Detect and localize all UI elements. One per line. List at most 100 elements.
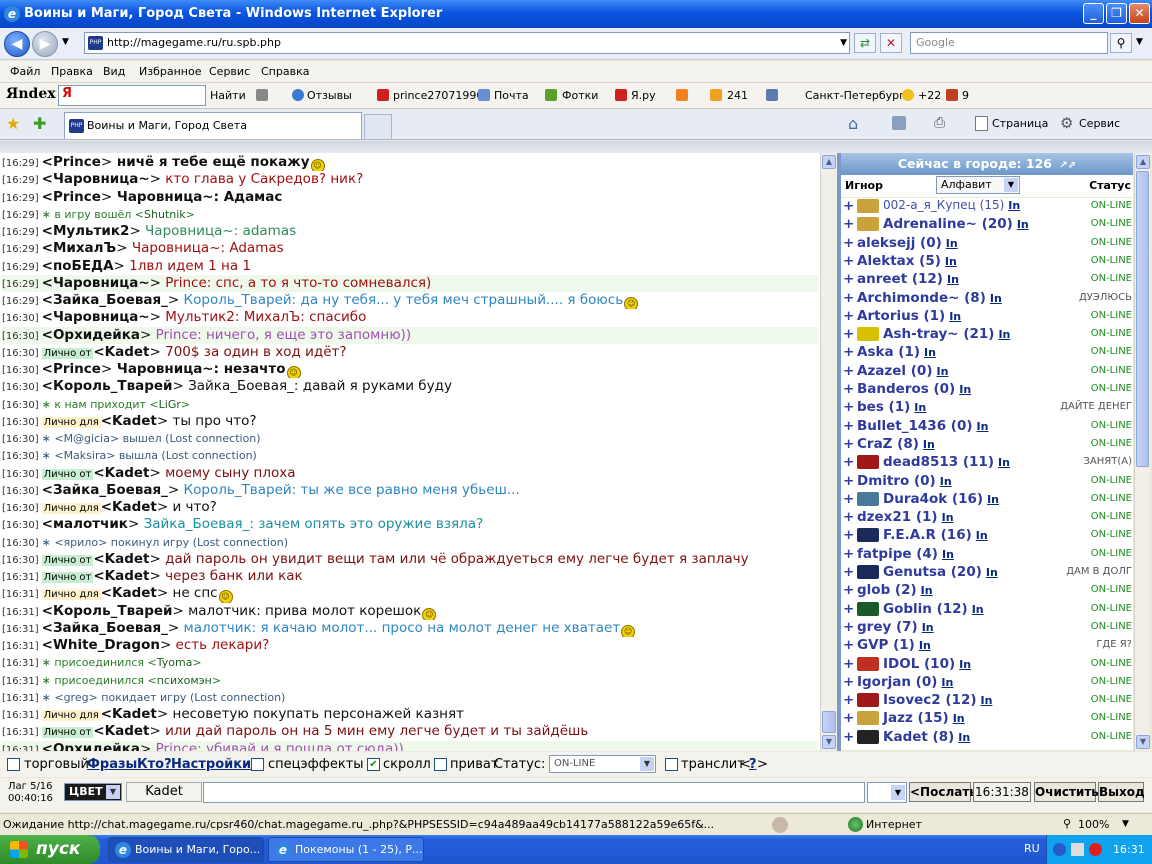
- user-row[interactable]: + Adrenaline~ (20) In ON-LINE: [841, 216, 1133, 234]
- chat-nick[interactable]: <White_Dragon: [42, 637, 160, 653]
- chat-nick[interactable]: <Kadet: [93, 551, 149, 567]
- forward-button[interactable]: ▶: [32, 31, 58, 57]
- user-name[interactable]: GVP (1) In: [857, 637, 931, 653]
- user-name[interactable]: Ash-tray~ (21) In: [883, 326, 1010, 342]
- chat-nick[interactable]: <Зайка_Боевая_: [42, 292, 168, 308]
- user-row[interactable]: + Aska (1) In ON-LINE: [841, 344, 1133, 362]
- user-info-link[interactable]: In: [981, 694, 993, 707]
- user-row[interactable]: + grey (7) In ON-LINE: [841, 619, 1133, 637]
- user-name[interactable]: grey (7) In: [857, 619, 934, 635]
- yaru-button[interactable]: Я.ру: [631, 89, 656, 102]
- user-row[interactable]: + glob (2) In ON-LINE: [841, 582, 1133, 600]
- chat-nick[interactable]: <Kadet: [93, 723, 149, 739]
- user-row[interactable]: + bes (1) In ДАЙТЕ ДЕНЕГ: [841, 399, 1133, 417]
- user-info-link[interactable]: In: [949, 310, 961, 323]
- user-name[interactable]: F.E.A.R (16) In: [883, 527, 988, 543]
- user-info-link[interactable]: In: [959, 658, 971, 671]
- user-add-icon[interactable]: +: [843, 509, 854, 525]
- user-add-icon[interactable]: +: [843, 308, 854, 324]
- user-add-icon[interactable]: +: [843, 216, 854, 232]
- user-add-icon[interactable]: +: [843, 601, 854, 617]
- user-row[interactable]: + dead8513 (11) In ЗАНЯТ(А): [841, 454, 1133, 472]
- menu-help[interactable]: Справка: [261, 65, 309, 78]
- stop-icon[interactable]: ✕: [880, 33, 902, 53]
- user-row[interactable]: + Ash-tray~ (21) In ON-LINE: [841, 326, 1133, 344]
- user-add-icon[interactable]: +: [843, 326, 854, 342]
- yandex-find-button[interactable]: Найти: [210, 89, 246, 102]
- user-info-link[interactable]: In: [946, 237, 958, 250]
- private-checkbox[interactable]: [434, 758, 447, 771]
- chat-nick[interactable]: ярило: [64, 536, 99, 549]
- chat-nick[interactable]: <Kadet: [101, 585, 157, 601]
- chat-nick[interactable]: <Kadet: [101, 706, 157, 722]
- chat-nick[interactable]: <Зайка_Боевая_: [42, 620, 168, 636]
- minimize-button[interactable]: _: [1083, 3, 1104, 24]
- user-row[interactable]: + Alektax (5) In ON-LINE: [841, 253, 1133, 271]
- user-add-icon[interactable]: +: [843, 637, 854, 653]
- user-add-icon[interactable]: +: [843, 582, 854, 598]
- network-icon[interactable]: [1071, 843, 1084, 856]
- user-add-icon[interactable]: +: [843, 418, 854, 434]
- search-input[interactable]: Google: [910, 32, 1108, 54]
- new-tab-button[interactable]: [364, 114, 392, 139]
- user-add-icon[interactable]: +: [843, 564, 854, 580]
- scroll-up-icon[interactable]: ▲: [822, 155, 836, 169]
- chat-scroll-thumb[interactable]: [822, 711, 836, 733]
- chat-nick[interactable]: Maksira: [64, 449, 107, 462]
- chat-nick[interactable]: <Kadet: [101, 499, 157, 515]
- settings-link[interactable]: Настройки: [171, 757, 251, 772]
- sort-select[interactable]: Алфавит ▼: [936, 176, 1020, 194]
- user-info-link[interactable]: In: [986, 566, 998, 579]
- user-name[interactable]: anreet (12) In: [857, 271, 959, 287]
- userlist-scroll-down-icon[interactable]: ▼: [1136, 735, 1150, 749]
- user-name[interactable]: Jazz (15) In: [883, 710, 965, 726]
- user-info-link[interactable]: In: [923, 438, 935, 451]
- user-add-icon[interactable]: +: [843, 235, 854, 251]
- chat-nick[interactable]: Tyoma: [157, 656, 193, 669]
- user-info-link[interactable]: In: [947, 273, 959, 286]
- user-add-icon[interactable]: +: [843, 271, 854, 287]
- scroll-checkbox[interactable]: ✔: [367, 758, 380, 771]
- message-input[interactable]: [203, 782, 865, 803]
- user-info-link[interactable]: In: [972, 603, 984, 616]
- chat-nick[interactable]: greg: [64, 691, 89, 704]
- chat-nick[interactable]: <Мультик2: [42, 223, 130, 239]
- user-row[interactable]: + anreet (12) In ON-LINE: [841, 271, 1133, 289]
- user-name[interactable]: Isovec2 (12) In: [883, 692, 992, 708]
- user-info-link[interactable]: In: [945, 255, 957, 268]
- user-name[interactable]: 002-а_я_Купец (15) In: [883, 198, 1020, 212]
- tab-active[interactable]: PHP Воины и Маги, Город Света: [64, 112, 362, 139]
- chat-nick[interactable]: LiGr: [159, 398, 181, 411]
- city-label[interactable]: Санкт-Петербург: [805, 89, 905, 102]
- chat-nick[interactable]: <поБЕДА: [42, 258, 114, 274]
- user-add-icon[interactable]: +: [843, 527, 854, 543]
- home-icon[interactable]: ⌂: [848, 114, 858, 133]
- chat-nick[interactable]: Shutnik: [144, 208, 186, 221]
- user-info-link[interactable]: In: [919, 639, 931, 652]
- temperature-label[interactable]: +22: [918, 89, 941, 102]
- inbox-count[interactable]: 241: [727, 89, 748, 102]
- user-add-icon[interactable]: +: [843, 454, 854, 470]
- user-add-icon[interactable]: +: [843, 399, 854, 415]
- chat-nick[interactable]: <Kadet: [93, 568, 149, 584]
- user-info-link[interactable]: In: [990, 292, 1002, 305]
- address-input[interactable]: PHP http://magegame.ru/ru.spb.php ▼: [84, 32, 850, 54]
- user-row[interactable]: + Isovec2 (12) In ON-LINE: [841, 692, 1133, 710]
- user-row[interactable]: + fatpipe (4) In ON-LINE: [841, 546, 1133, 564]
- effects-checkbox[interactable]: [251, 758, 264, 771]
- userlist-scrollbar[interactable]: ▲ ▼: [1134, 153, 1150, 751]
- tools-menu[interactable]: Сервис: [1079, 117, 1120, 130]
- language-indicator[interactable]: RU: [1024, 842, 1040, 855]
- close-button[interactable]: ✕: [1129, 3, 1150, 24]
- sort-dropdown-icon[interactable]: ▼: [1004, 178, 1018, 192]
- menu-edit[interactable]: Правка: [51, 65, 93, 78]
- user-info-link[interactable]: In: [1008, 199, 1020, 212]
- user-row[interactable]: + dzex21 (1) In ON-LINE: [841, 509, 1133, 527]
- exit-button[interactable]: Выход: [1098, 782, 1145, 802]
- user-info-link[interactable]: In: [998, 328, 1010, 341]
- user-add-icon[interactable]: +: [843, 290, 854, 306]
- user-name[interactable]: fatpipe (4) In: [857, 546, 954, 562]
- color-dropdown-icon[interactable]: ▼: [106, 785, 120, 799]
- user-info-link[interactable]: In: [959, 383, 971, 396]
- user-info-link[interactable]: In: [937, 365, 949, 378]
